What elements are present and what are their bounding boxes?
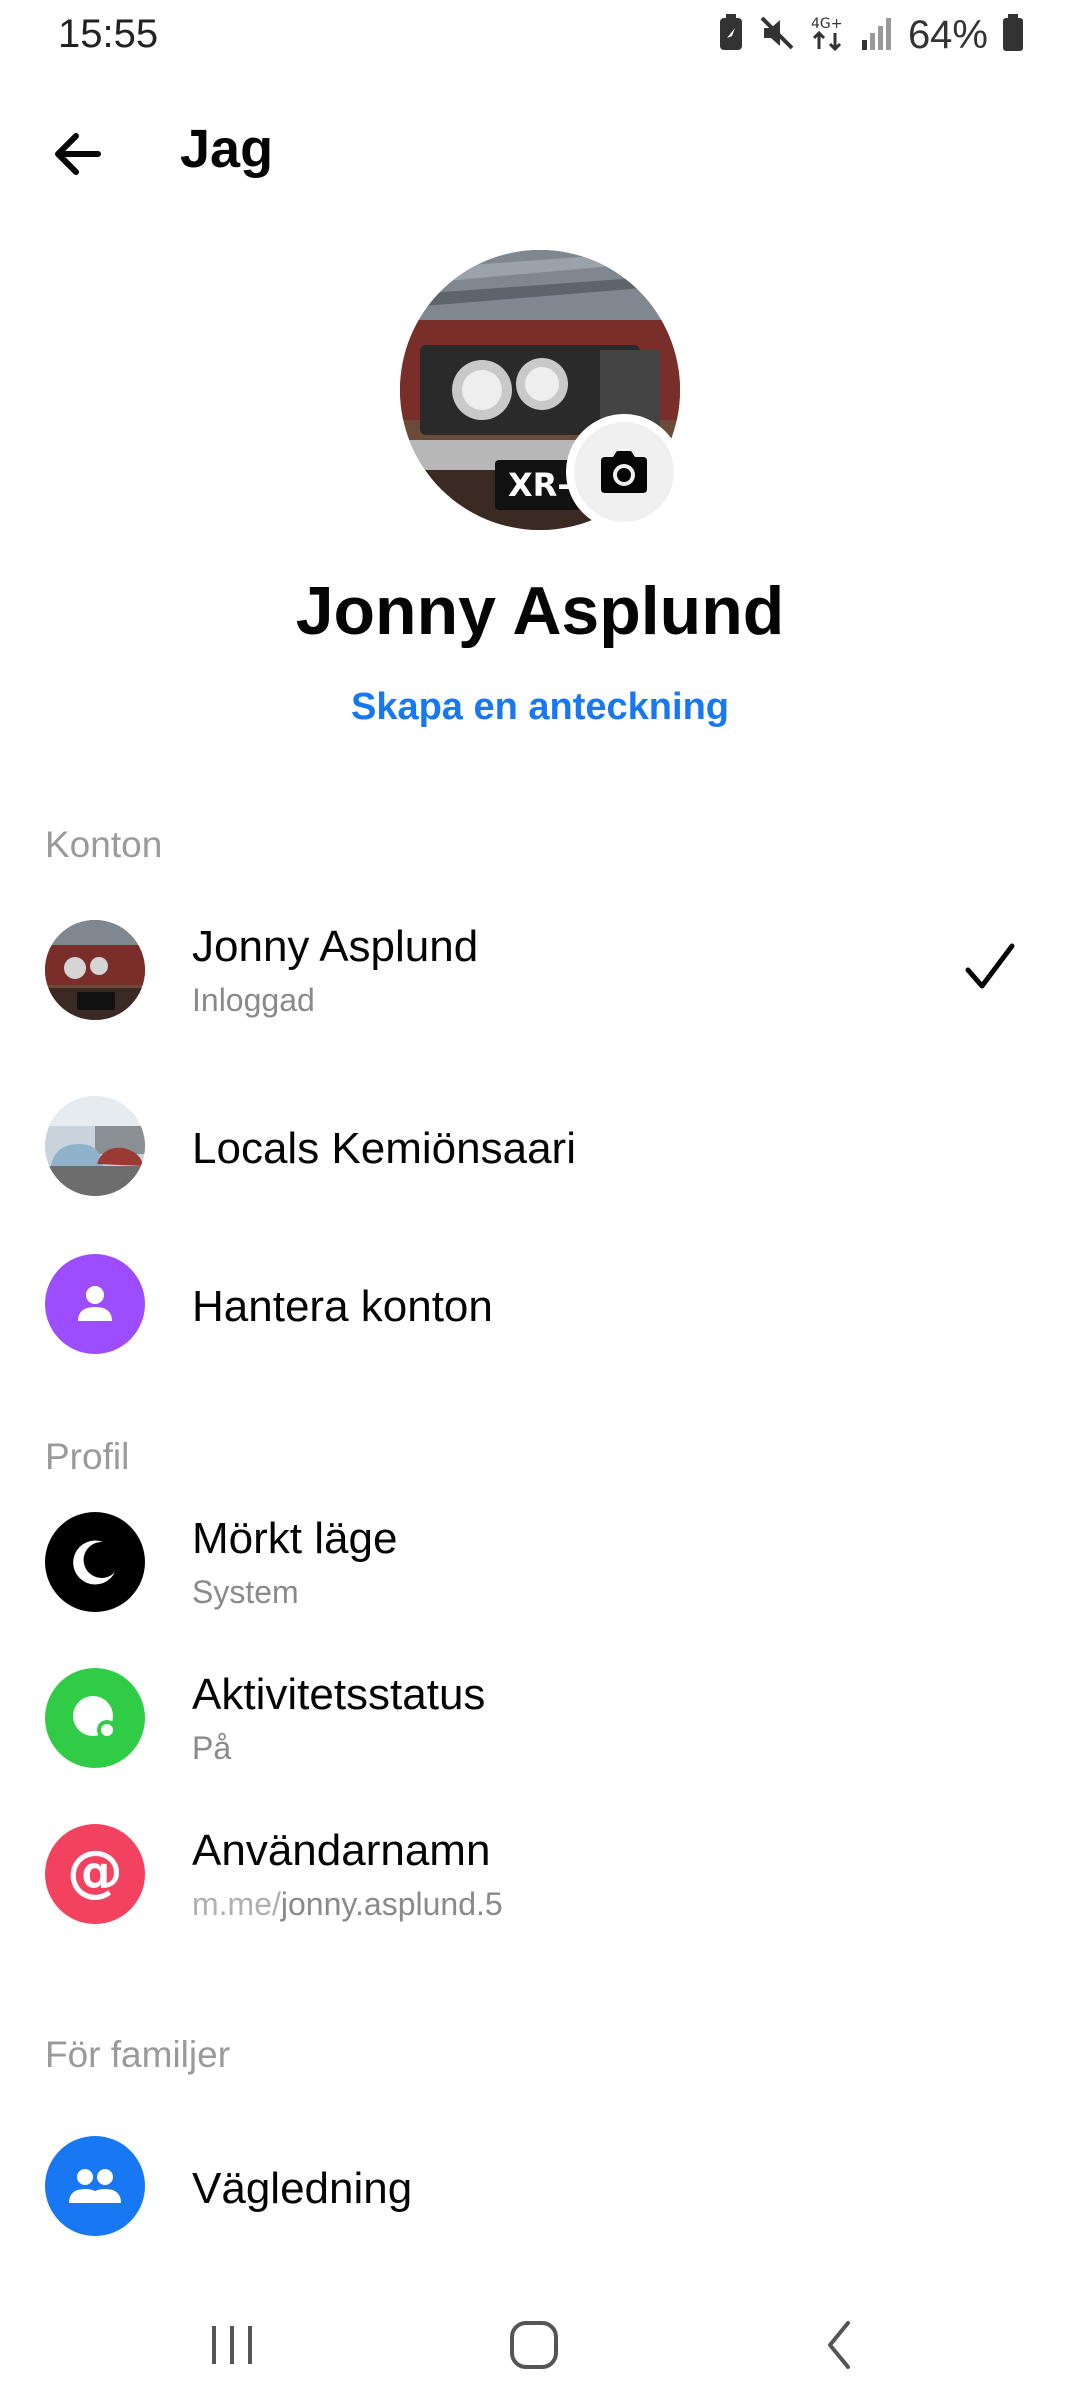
- account-name: Jonny Asplund: [192, 922, 479, 971]
- account-row-jonny[interactable]: Jonny Asplund Inloggad: [0, 900, 1080, 1040]
- account-name: Locals Kemiönsaari: [192, 1124, 576, 1173]
- camera-icon: [601, 451, 647, 493]
- active-status-row[interactable]: Aktivitetsstatus På: [0, 1648, 1080, 1788]
- home-icon: [510, 2321, 558, 2369]
- active-status-value: På: [192, 1730, 232, 1766]
- battery-percent: 64%: [907, 12, 988, 57]
- username-prefix: m.me/: [192, 1886, 281, 1922]
- dark-mode-value: System: [192, 1574, 299, 1610]
- create-note-link[interactable]: Skapa en anteckning: [0, 686, 1080, 729]
- active-status-label: Aktivitetsstatus: [192, 1670, 486, 1719]
- active-status-icon: [45, 1668, 145, 1768]
- username-value: m.me/jonny.asplund.5: [192, 1886, 503, 1923]
- signal-icon: [860, 16, 894, 55]
- battery-icon: [1002, 13, 1024, 57]
- moon-icon: [45, 1512, 145, 1612]
- svg-text:4G+: 4G+: [811, 16, 843, 32]
- arrow-left-icon: [55, 133, 101, 175]
- checkmark-icon: [965, 943, 1015, 989]
- page-title: Jag: [180, 119, 274, 179]
- system-back-button[interactable]: [780, 2300, 900, 2390]
- section-header-profile: Profil: [45, 1436, 130, 1477]
- person-icon: [45, 1254, 145, 1354]
- account-row-locals[interactable]: Locals Kemiönsaari: [0, 1076, 1080, 1216]
- username-row[interactable]: @ Användarnamn m.me/jonny.asplund.5: [0, 1804, 1080, 1944]
- app-bar: Jag: [0, 100, 1080, 200]
- username-label: Användarnamn: [192, 1826, 491, 1875]
- battery-saver-icon: [718, 13, 744, 57]
- profile-name: Jonny Asplund: [295, 573, 785, 649]
- guidance-label: Vägledning: [192, 2164, 413, 2213]
- dark-mode-label: Mörkt läge: [192, 1514, 398, 1563]
- people-icon: [45, 2136, 145, 2236]
- status-time: 15:55: [58, 12, 159, 56]
- change-photo-button[interactable]: [566, 414, 682, 530]
- account-avatar: [45, 1096, 145, 1196]
- network-4g-icon: 4G+: [810, 13, 846, 58]
- account-status: Inloggad: [192, 982, 315, 1018]
- status-icons: 4G+ 64%: [718, 12, 1024, 58]
- section-header-families: För familjer: [45, 2034, 231, 2075]
- at-sign-icon: @: [45, 1824, 145, 1924]
- manage-accounts-label: Hantera konton: [192, 1282, 493, 1331]
- manage-accounts-row[interactable]: Hantera konton: [0, 1234, 1080, 1374]
- account-avatar: [45, 920, 145, 1020]
- profile-screen: 15:55 4G+ 64% Jag XR-7 Jonny Asplund Ska…: [0, 0, 1080, 2408]
- back-button[interactable]: [40, 116, 116, 192]
- home-button[interactable]: [474, 2300, 594, 2390]
- chevron-left-icon: [828, 2321, 850, 2369]
- dark-mode-row[interactable]: Mörkt läge System: [0, 1492, 1080, 1632]
- recent-apps-button[interactable]: [172, 2300, 292, 2390]
- status-bar: 15:55 4G+ 64%: [0, 0, 1080, 70]
- system-nav-bar: [0, 2280, 1080, 2408]
- mute-icon: [758, 14, 796, 57]
- guidance-row[interactable]: Vägledning: [0, 2116, 1080, 2256]
- username-handle: jonny.asplund.5: [280, 1886, 503, 1922]
- section-header-accounts: Konton: [45, 824, 163, 865]
- recent-apps-icon: [212, 2326, 252, 2364]
